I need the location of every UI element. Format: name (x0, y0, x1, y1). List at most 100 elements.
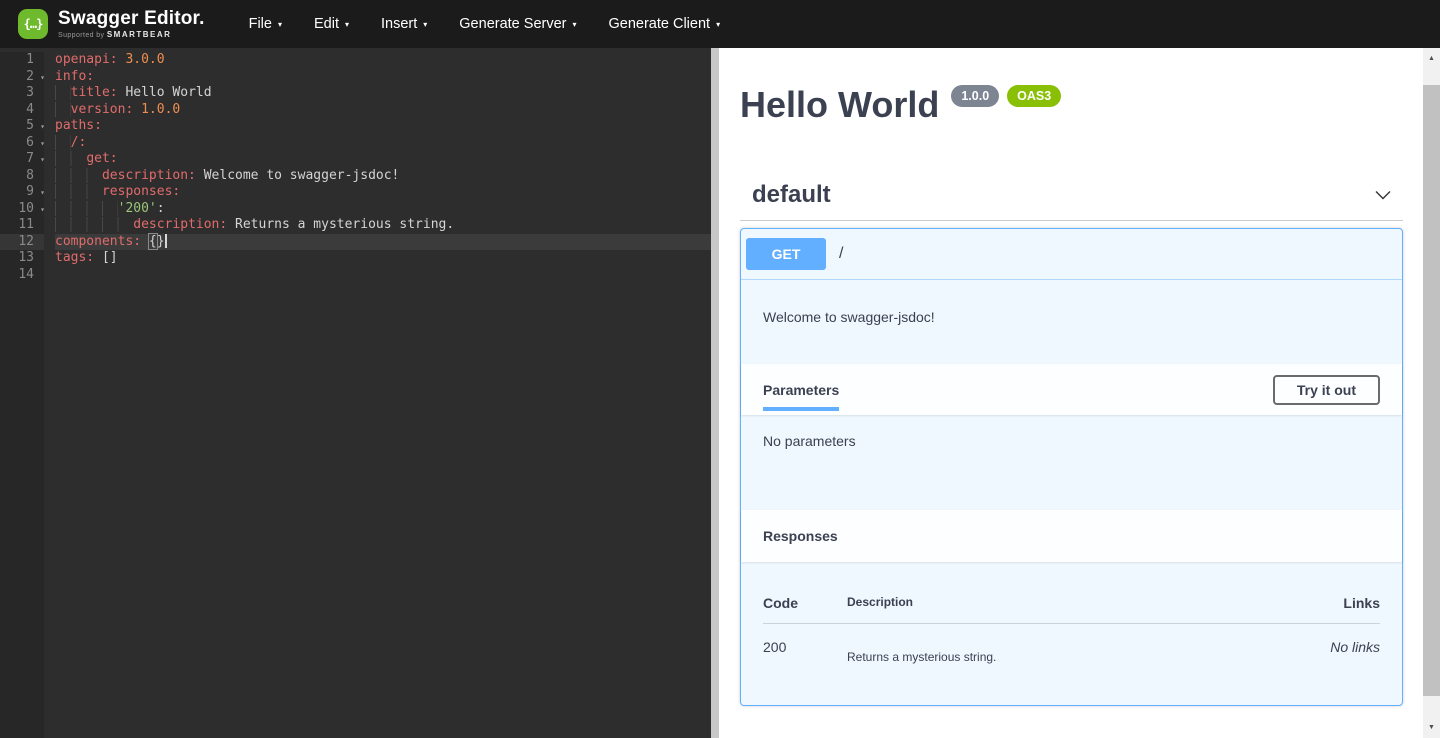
code-token: description: (102, 168, 196, 183)
code-token (55, 168, 102, 183)
method-get-button[interactable]: GET (746, 238, 826, 270)
gutter-line-3[interactable]: 3 (0, 85, 44, 102)
gutter-line-12[interactable]: 12 (0, 234, 44, 251)
code-token (55, 102, 71, 117)
menu-file[interactable]: File ▾ (233, 8, 298, 40)
menu-insert[interactable]: Insert▾ (365, 8, 443, 40)
editor-gutter: 12▾345▾6▾7▾89▾10▾11121314 (0, 52, 44, 738)
page-scrollbar[interactable]: ▲ ▼ (1423, 48, 1440, 738)
menu-edit[interactable]: Edit▾ (298, 8, 365, 40)
tag-section-default: default GET / Welcome to swagger-jsdoc! … (740, 181, 1403, 706)
code-token: /: (71, 135, 87, 150)
gutter-line-5[interactable]: 5▾ (0, 118, 44, 135)
gutter-line-1[interactable]: 1 (0, 52, 44, 69)
col-header-code: Code (763, 595, 847, 611)
caret-down-icon: ▾ (716, 20, 720, 29)
code-line-2: info: (55, 69, 711, 86)
gutter-line-4[interactable]: 4 (0, 102, 44, 119)
no-parameters-text: No parameters (741, 415, 1402, 510)
fold-arrow-icon[interactable]: ▾ (40, 185, 45, 202)
scroll-down-icon[interactable]: ▼ (1423, 719, 1440, 736)
opblock-get: GET / Welcome to swagger-jsdoc! Paramete… (740, 228, 1403, 706)
code-token: [] (94, 250, 117, 265)
smartbear-label: SMARTBEAR (107, 30, 172, 39)
gutter-line-7[interactable]: 7▾ (0, 151, 44, 168)
code-token (55, 85, 71, 100)
code-token (55, 151, 86, 166)
gutter-line-11[interactable]: 11 (0, 217, 44, 234)
code-token (55, 201, 118, 216)
caret-down-icon: ▾ (278, 20, 282, 29)
text-cursor (165, 234, 167, 248)
code-line-10: '200': (55, 201, 711, 218)
response-links: No links (1250, 639, 1380, 664)
operation-summary[interactable]: GET / (741, 229, 1402, 280)
code-line-8: description: Welcome to swagger-jsdoc! (55, 168, 711, 185)
code-editor[interactable]: 12▾345▾6▾7▾89▾10▾11121314 openapi: 3.0.0… (0, 48, 711, 738)
gutter-line-13[interactable]: 13 (0, 250, 44, 267)
menu-label: Generate Server (459, 16, 566, 32)
menu-label: Generate Client (609, 16, 711, 32)
code-token: : (157, 201, 165, 216)
gutter-line-9[interactable]: 9▾ (0, 184, 44, 201)
code-token: 3.0.0 (125, 52, 164, 67)
code-line-4: version: 1.0.0 (55, 102, 711, 119)
code-token: responses: (102, 184, 180, 199)
menu-label: File (249, 16, 272, 32)
scrollbar-thumb[interactable] (1423, 85, 1440, 696)
code-token (55, 184, 102, 199)
caret-down-icon: ▾ (572, 20, 576, 29)
version-badge: 1.0.0 (951, 85, 999, 107)
topbar: {…} Swagger Editor. Supported by SMARTBE… (0, 0, 1440, 48)
menu-generate-server[interactable]: Generate Server ▾ (443, 8, 592, 40)
gutter-line-2[interactable]: 2▾ (0, 69, 44, 86)
tab-parameters[interactable]: Parameters (763, 382, 839, 398)
code-token: info: (55, 69, 94, 84)
scroll-up-icon[interactable]: ▲ (1423, 50, 1440, 67)
fold-arrow-icon[interactable]: ▾ (40, 119, 45, 136)
fold-arrow-icon[interactable]: ▾ (40, 152, 45, 169)
editor-code-area: openapi: 3.0.0info: title: Hello World v… (44, 52, 711, 738)
code-line-13: tags: [] (55, 250, 711, 267)
api-badges: 1.0.0 OAS3 (951, 85, 1061, 107)
gutter-line-6[interactable]: 6▾ (0, 135, 44, 152)
gutter-line-8[interactable]: 8 (0, 168, 44, 185)
fold-arrow-icon[interactable]: ▾ (40, 70, 45, 87)
chevron-down-icon[interactable] (1373, 185, 1393, 205)
code-token (133, 102, 141, 117)
try-it-out-button[interactable]: Try it out (1273, 375, 1380, 405)
code-token: paths: (55, 118, 102, 133)
api-info: Hello World 1.0.0 OAS3 (740, 85, 1403, 125)
responses-table: Code Description Links 200Returns a myst… (741, 562, 1402, 705)
menu-generate-client[interactable]: Generate Client ▾ (593, 8, 737, 40)
operation-path[interactable]: / (839, 245, 843, 263)
gutter-line-14[interactable]: 14 (0, 267, 44, 284)
app-title: Swagger Editor. (58, 9, 205, 28)
code-token: Welcome to swagger-jsdoc! (196, 168, 400, 183)
responses-table-header: Code Description Links (763, 595, 1380, 624)
code-line-7: get: (55, 151, 711, 168)
code-token: tags: (55, 250, 94, 265)
code-token: Hello World (118, 85, 212, 100)
app-logo[interactable]: {…} Swagger Editor. Supported by SMARTBE… (18, 9, 205, 39)
api-title: Hello World (740, 85, 939, 125)
code-line-1: openapi: 3.0.0 (55, 52, 711, 69)
code-token: components: (55, 234, 141, 249)
code-line-9: responses: (55, 184, 711, 201)
menu-label: Insert (381, 16, 417, 32)
code-token: 1.0.0 (141, 102, 180, 117)
caret-down-icon: ▾ (345, 20, 349, 29)
fold-arrow-icon[interactable]: ▾ (40, 136, 45, 153)
code-line-5: paths: (55, 118, 711, 135)
menu-bar: File▾Edit▾Insert▾Generate Server▾Generat… (233, 8, 736, 40)
swagger-logo-icon: {…} (18, 9, 48, 39)
responses-header: Responses (741, 510, 1402, 562)
code-token: openapi: (55, 52, 118, 67)
code-token: '200' (118, 201, 157, 216)
gutter-line-10[interactable]: 10▾ (0, 201, 44, 218)
tag-header[interactable]: default (740, 181, 1403, 221)
code-token: get: (86, 151, 117, 166)
fold-arrow-icon[interactable]: ▾ (40, 202, 45, 219)
editor-scrollbar[interactable] (711, 48, 719, 738)
code-token: title: (71, 85, 118, 100)
